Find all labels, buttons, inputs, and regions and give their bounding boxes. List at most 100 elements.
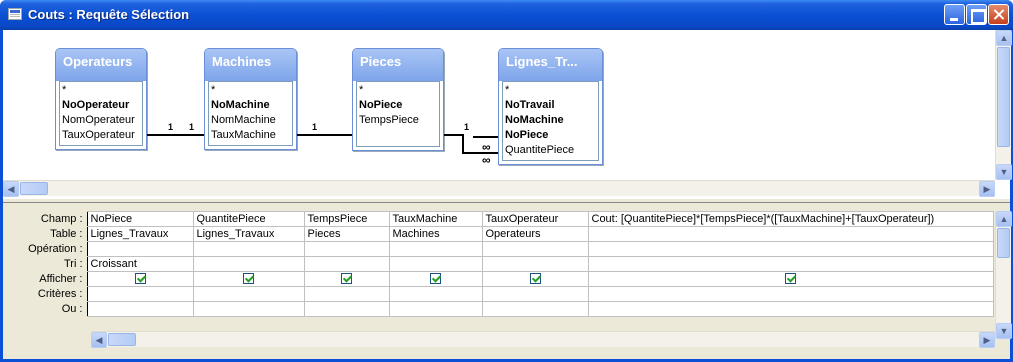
grid-cell[interactable]: QuantitePiece bbox=[192, 211, 305, 227]
show-checkbox[interactable] bbox=[341, 273, 352, 285]
title-bar[interactable]: Couts : Requête Sélection bbox=[0, 0, 1013, 30]
grid-cell[interactable] bbox=[388, 241, 483, 257]
field-item[interactable]: NoMachine bbox=[505, 113, 597, 128]
field-item[interactable]: * bbox=[62, 83, 141, 98]
show-checkbox[interactable] bbox=[529, 273, 541, 285]
field-item[interactable]: NomMachine bbox=[211, 113, 291, 128]
scroll-thumb[interactable] bbox=[997, 228, 1010, 258]
grid-cell[interactable]: TauxMachine bbox=[388, 211, 483, 227]
grid-cell[interactable]: Cout: [QuantitePiece]*[TempsPiece]*([Tau… bbox=[587, 211, 994, 227]
grid-cell[interactable]: TauxOperateur bbox=[481, 211, 589, 227]
grid-cell[interactable]: Machines bbox=[388, 226, 483, 242]
field-item[interactable]: TempsPiece bbox=[359, 113, 438, 128]
grid-cell[interactable] bbox=[388, 256, 483, 272]
close-button[interactable] bbox=[988, 4, 1009, 25]
field-item[interactable]: NoTravail bbox=[505, 98, 597, 113]
grid-vertical-scrollbar[interactable]: ▲ ▼ bbox=[995, 211, 1012, 339]
grid-cell[interactable] bbox=[587, 286, 994, 302]
grid-cell[interactable] bbox=[388, 286, 483, 302]
grid-cell[interactable] bbox=[86, 301, 194, 317]
grid-cell[interactable] bbox=[303, 241, 390, 257]
scroll-left-icon[interactable]: ◀ bbox=[3, 181, 19, 197]
scroll-down-icon[interactable]: ▼ bbox=[996, 164, 1012, 180]
grid-cell[interactable]: NoPiece bbox=[86, 211, 194, 227]
field-item[interactable]: NoMachine bbox=[211, 98, 291, 113]
field-list-pieces[interactable]: Pieces * NoPiece TempsPiece bbox=[352, 48, 444, 151]
grid-cell[interactable] bbox=[192, 286, 305, 302]
scroll-down-icon[interactable]: ▼ bbox=[996, 323, 1012, 339]
grid-cell[interactable] bbox=[587, 256, 994, 272]
upper-horizontal-scrollbar[interactable]: ◀ ▶ bbox=[3, 180, 995, 197]
grid-cell[interactable] bbox=[587, 226, 994, 242]
show-checkbox[interactable] bbox=[430, 273, 441, 285]
grid-cell[interactable] bbox=[192, 256, 305, 272]
relation-line-operateurs-machines[interactable] bbox=[147, 134, 204, 136]
field-list-body[interactable]: * NoOperateur NomOperateur TauxOperateur bbox=[59, 81, 143, 146]
field-list-title[interactable]: Lignes_Tr... bbox=[499, 49, 602, 81]
grid-cell[interactable]: Pieces bbox=[303, 226, 390, 242]
field-list-body[interactable]: * NoMachine NomMachine TauxMachine bbox=[208, 81, 293, 146]
grid-cell[interactable] bbox=[481, 271, 589, 287]
field-item[interactable]: TauxMachine bbox=[211, 128, 291, 143]
grid-cell[interactable] bbox=[587, 271, 994, 287]
show-checkbox[interactable] bbox=[243, 273, 254, 285]
scroll-left-icon[interactable]: ◀ bbox=[91, 332, 107, 348]
field-list-body[interactable]: * NoPiece TempsPiece bbox=[356, 81, 440, 147]
scroll-up-icon[interactable]: ▲ bbox=[996, 30, 1012, 46]
field-list-title[interactable]: Machines bbox=[205, 49, 296, 81]
grid-cell[interactable] bbox=[481, 301, 589, 317]
grid-cell[interactable] bbox=[388, 301, 483, 317]
grid-horizontal-scrollbar[interactable]: ◀ ▶ bbox=[91, 331, 995, 348]
grid-cell[interactable]: Lignes_Travaux bbox=[192, 226, 305, 242]
scroll-right-icon[interactable]: ▶ bbox=[979, 332, 995, 348]
field-item[interactable]: * bbox=[359, 83, 438, 98]
relation-line-machines-lignes[interactable] bbox=[297, 134, 352, 136]
grid-cell[interactable] bbox=[481, 286, 589, 302]
scroll-thumb[interactable] bbox=[108, 333, 136, 346]
field-item[interactable]: NoPiece bbox=[359, 98, 438, 113]
relation-line-pieces-lignes[interactable] bbox=[444, 134, 462, 136]
grid-cell[interactable] bbox=[86, 271, 194, 287]
field-item[interactable]: TauxOperateur bbox=[62, 128, 141, 143]
field-item[interactable]: * bbox=[211, 83, 291, 98]
grid-cell[interactable] bbox=[192, 301, 305, 317]
grid-cell[interactable]: TempsPiece bbox=[303, 211, 390, 227]
grid-cell[interactable] bbox=[388, 271, 483, 287]
grid-cell[interactable] bbox=[481, 241, 589, 257]
field-item[interactable]: NoPiece bbox=[505, 128, 597, 143]
grid-cell[interactable] bbox=[303, 286, 390, 302]
field-item[interactable]: QuantitePiece bbox=[505, 143, 597, 158]
grid-cell[interactable]: Lignes_Travaux bbox=[86, 226, 194, 242]
grid-cell[interactable]: Croissant bbox=[86, 256, 194, 272]
query-window-icon[interactable] bbox=[8, 8, 22, 20]
maximize-button[interactable] bbox=[966, 4, 987, 25]
scroll-thumb[interactable] bbox=[20, 182, 48, 195]
scroll-thumb[interactable] bbox=[997, 47, 1010, 147]
field-item[interactable]: NoOperateur bbox=[62, 98, 141, 113]
minimize-button[interactable] bbox=[944, 4, 965, 25]
field-list-body[interactable]: * NoTravail NoMachine NoPiece QuantitePi… bbox=[502, 81, 599, 161]
scroll-right-icon[interactable]: ▶ bbox=[979, 181, 995, 197]
grid-cell[interactable] bbox=[481, 256, 589, 272]
field-list-operateurs[interactable]: Operateurs * NoOperateur NomOperateur Ta… bbox=[55, 48, 147, 150]
grid-cell[interactable] bbox=[303, 271, 390, 287]
grid-cell[interactable] bbox=[303, 301, 390, 317]
grid-cell[interactable]: Operateurs bbox=[481, 226, 589, 242]
upper-vertical-scrollbar[interactable]: ▲ ▼ bbox=[995, 30, 1012, 180]
field-list-machines[interactable]: Machines * NoMachine NomMachine TauxMach… bbox=[204, 48, 297, 150]
field-list-title[interactable]: Operateurs bbox=[56, 49, 146, 81]
field-list-title[interactable]: Pieces bbox=[353, 49, 443, 81]
grid-cell[interactable] bbox=[86, 241, 194, 257]
field-item[interactable]: NomOperateur bbox=[62, 113, 141, 128]
grid-cell[interactable] bbox=[192, 271, 305, 287]
grid-cell[interactable] bbox=[303, 256, 390, 272]
grid-cell[interactable] bbox=[86, 286, 194, 302]
field-item[interactable]: * bbox=[505, 83, 597, 98]
field-list-lignes-travaux[interactable]: Lignes_Tr... * NoTravail NoMachine NoPie… bbox=[498, 48, 603, 165]
scroll-up-icon[interactable]: ▲ bbox=[996, 211, 1012, 227]
show-checkbox[interactable] bbox=[134, 273, 146, 285]
grid-cell[interactable] bbox=[587, 241, 994, 257]
grid-cell[interactable] bbox=[587, 301, 994, 317]
show-checkbox[interactable] bbox=[785, 273, 796, 285]
grid-cell[interactable] bbox=[192, 241, 305, 257]
